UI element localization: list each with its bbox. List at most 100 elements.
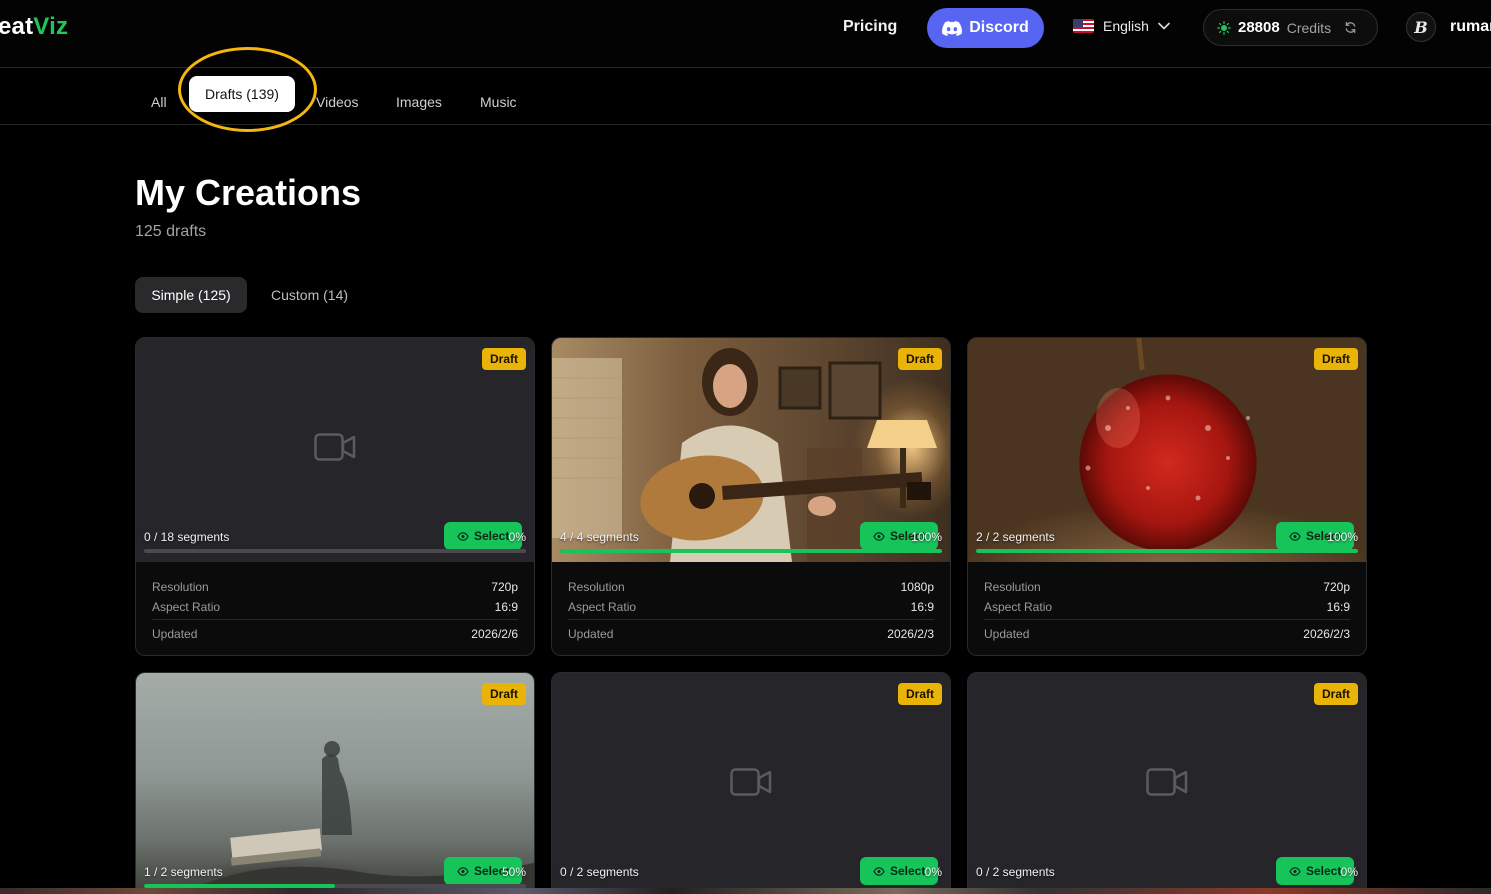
subtab-custom[interactable]: Custom (14) [271,287,348,303]
eye-icon [457,866,469,876]
chevron-down-icon [1158,22,1170,30]
draft-card[interactable]: Draft 2 / 2 segments Select 100% Resolut… [967,337,1367,656]
aspect-ratio-label: Aspect Ratio [152,600,221,614]
language-selector[interactable]: English [1073,18,1170,34]
eye-icon [1289,866,1301,876]
draft-card[interactable]: Draft 4 / 4 segments Select 100% Resolut… [551,337,951,656]
updated-value: 2026/2/6 [471,627,518,641]
username[interactable]: rumar [1450,18,1491,36]
resolution-label: Resolution [152,580,209,594]
meta-divider [568,619,934,620]
card-thumbnail[interactable]: Draft 0 / 2 segments Select 0% [968,673,1366,894]
aspect-ratio-label: Aspect Ratio [568,600,637,614]
tab-all[interactable]: All [151,94,167,110]
tab-music[interactable]: Music [480,94,517,110]
progress-percent: 0% [508,530,526,544]
discord-icon [942,20,963,36]
avatar[interactable]: B [1406,12,1436,42]
card-thumbnail[interactable]: Draft 0 / 18 segments Select 0% [136,338,534,562]
segments-count: 1 / 2 segments [144,865,223,879]
progress-bar [560,549,942,553]
progress-fill [976,549,1358,553]
select-label: Select [890,864,926,878]
resolution-label: Resolution [568,580,625,594]
meta-divider [152,619,518,620]
progress-percent: 0% [1340,865,1358,879]
card-meta: Resolution 720p Aspect Ratio 16:9 Updated 2… [968,562,1366,644]
updated-value: 2026/2/3 [1303,627,1350,641]
top-header: eatViz Pricing Discord English 28808 Cre… [0,0,1491,68]
draft-card[interactable]: Draft 0 / 18 segments Select 0% Resoluti… [135,337,535,656]
segments-count: 4 / 4 segments [560,530,639,544]
progress-bar [144,549,526,553]
draft-badge: Draft [481,683,526,705]
segments-count: 2 / 2 segments [976,530,1055,544]
progress-percent: 100% [911,530,942,544]
tab-drafts[interactable]: Drafts (139) [189,76,295,112]
draft-card[interactable]: Draft 0 / 2 segments Select 0% [551,672,951,894]
eye-icon [1289,531,1301,541]
bulb-icon [1217,20,1231,35]
video-camera-icon [730,768,772,796]
draft-badge: Draft [1313,683,1358,705]
card-thumbnail[interactable]: Draft 1 / 2 segments Select 50% [136,673,534,894]
credits-label: Credits [1286,19,1332,36]
updated-label: Updated [984,627,1030,641]
updated-value: 2026/2/3 [887,627,934,641]
page-title: My Creations [135,172,362,213]
draft-card[interactable]: Draft 0 / 2 segments Select 0% [967,672,1367,894]
progress-percent: 50% [501,865,526,879]
pricing-link[interactable]: Pricing [843,18,897,36]
drafts-count: 125 drafts [135,223,207,240]
card-thumbnail[interactable]: Draft 2 / 2 segments Select 100% [968,338,1366,562]
aspect-ratio-label: Aspect Ratio [984,600,1053,614]
progress-fill [560,549,942,553]
video-camera-icon [1146,768,1188,796]
eye-icon [457,531,469,541]
eye-icon [873,531,885,541]
discord-label: Discord [969,19,1029,36]
discord-button[interactable]: Discord [927,8,1044,48]
refresh-icon[interactable] [1344,21,1357,34]
resolution-value: 720p [1323,580,1350,594]
bottom-thumbnail-strip [0,888,1491,894]
resolution-value: 1080p [900,580,934,594]
card-thumbnail[interactable]: Draft 0 / 2 segments Select 0% [552,673,950,894]
draft-card[interactable]: Draft 1 / 2 segments Select 50% [135,672,535,894]
draft-badge: Draft [897,348,942,370]
card-meta: Resolution 1080p Aspect Ratio 16:9 Updated… [552,562,950,644]
aspect-ratio-value: 16:9 [910,600,934,614]
card-thumbnail[interactable]: Draft 4 / 4 segments Select 100% [552,338,950,562]
select-label: Select [1306,864,1342,878]
card-meta: Resolution 720p Aspect Ratio 16:9 Updated 2… [136,562,534,644]
video-camera-icon [314,433,356,461]
tab-videos[interactable]: Videos [316,94,359,110]
aspect-ratio-value: 16:9 [1326,600,1350,614]
credits-pill[interactable]: 28808 Credits [1203,9,1378,46]
updated-label: Updated [568,627,614,641]
updated-label: Updated [152,627,198,641]
tab-images[interactable]: Images [396,94,442,110]
logo-text-part2: Viz [33,13,69,40]
select-label: Select [474,529,510,543]
draft-badge: Draft [1313,348,1358,370]
credits-value: 28808 [1238,19,1280,36]
subtab-simple[interactable]: Simple (125) [135,277,247,313]
language-label: English [1103,18,1149,34]
progress-percent: 0% [924,865,942,879]
logo[interactable]: eatViz [0,13,68,41]
draft-badge: Draft [897,683,942,705]
logo-text-part1: eat [0,13,34,40]
meta-divider [984,619,1350,620]
progress-percent: 100% [1327,530,1358,544]
resolution-value: 720p [491,580,518,594]
eye-icon [873,866,885,876]
draft-badge: Draft [481,348,526,370]
resolution-label: Resolution [984,580,1041,594]
segments-count: 0 / 2 segments [560,865,639,879]
aspect-ratio-value: 16:9 [494,600,518,614]
creation-tabs: All Drafts (139) Videos Images Music [0,69,1491,125]
us-flag-icon [1073,19,1094,33]
progress-bar [976,549,1358,553]
segments-count: 0 / 18 segments [144,530,230,544]
